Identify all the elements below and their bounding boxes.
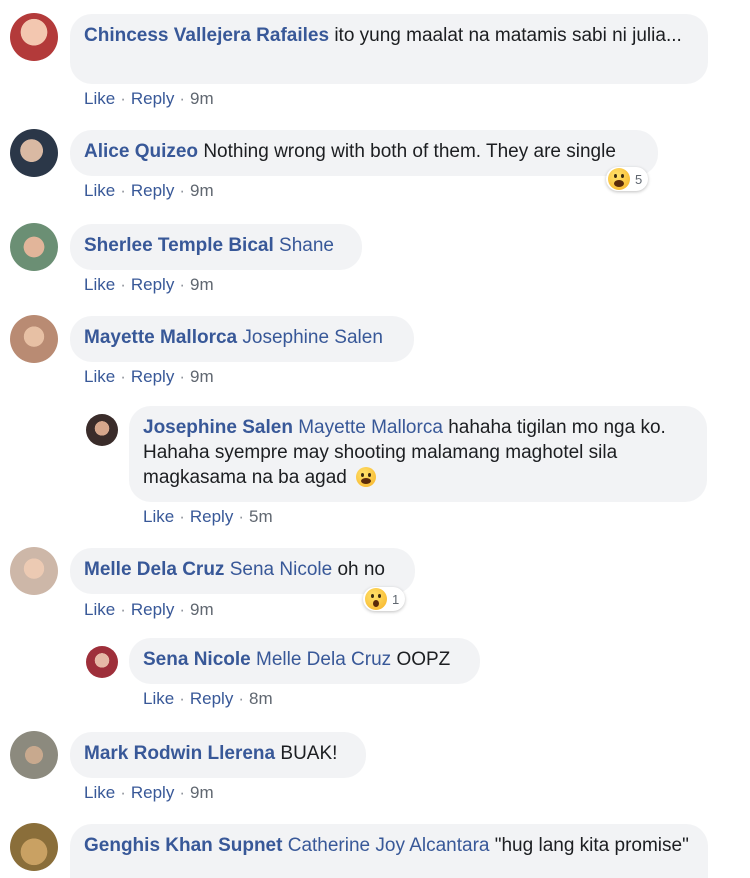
- avatar[interactable]: [10, 547, 58, 595]
- comment-author[interactable]: Chincess Vallejera Rafailes: [84, 25, 329, 46]
- reply-link[interactable]: Reply: [131, 89, 174, 108]
- comment-bubble: Melle Dela Cruz Sena Nicole oh no: [70, 548, 415, 594]
- like-link[interactable]: Like: [84, 181, 115, 200]
- separator: ·: [179, 507, 185, 526]
- like-link[interactable]: Like: [143, 507, 174, 526]
- avatar[interactable]: [10, 731, 58, 779]
- like-link[interactable]: Like: [84, 89, 115, 108]
- mention-tag[interactable]: Josephine Salen: [242, 327, 383, 348]
- avatar[interactable]: [10, 13, 58, 61]
- separator: ·: [179, 89, 185, 108]
- separator: ·: [120, 600, 126, 619]
- avatar[interactable]: [10, 823, 58, 871]
- reply-link[interactable]: Reply: [131, 275, 174, 294]
- reaction-summary[interactable]: 5: [606, 167, 649, 191]
- separator: ·: [120, 89, 126, 108]
- reply-link[interactable]: Reply: [131, 181, 174, 200]
- separator: ·: [179, 783, 185, 802]
- avatar[interactable]: [86, 414, 118, 446]
- separator: ·: [179, 689, 185, 708]
- timestamp[interactable]: 9m: [190, 275, 214, 294]
- separator: ·: [179, 367, 185, 386]
- comment-author[interactable]: Sena Nicole: [143, 649, 251, 670]
- comment-text: BUAK!: [280, 743, 338, 764]
- comment-author[interactable]: Sherlee Temple Bical: [84, 235, 274, 256]
- comment-actions: Like · Reply · 9m: [84, 600, 214, 620]
- timestamp[interactable]: 9m: [190, 600, 214, 619]
- avatar[interactable]: [10, 315, 58, 363]
- comment-author[interactable]: Alice Quizeo: [84, 141, 198, 162]
- comment-bubble: Mayette Mallorca Josephine Salen: [70, 316, 414, 362]
- comment-actions: Like · Reply · 9m: [84, 181, 214, 201]
- separator: ·: [120, 783, 126, 802]
- comment-bubble: Alice Quizeo Nothing wrong with both of …: [70, 130, 658, 176]
- mention-tag[interactable]: Catherine Joy Alcantara: [288, 835, 490, 856]
- comment-author[interactable]: Mayette Mallorca: [84, 327, 237, 348]
- wow-emoji-icon: [365, 588, 387, 610]
- avatar[interactable]: [86, 646, 118, 678]
- reply-link[interactable]: Reply: [190, 689, 233, 708]
- reply-link[interactable]: Reply: [131, 783, 174, 802]
- like-link[interactable]: Like: [84, 783, 115, 802]
- like-link[interactable]: Like: [84, 275, 115, 294]
- separator: ·: [238, 689, 244, 708]
- mention-tag[interactable]: Mayette Mallorca: [298, 417, 443, 438]
- comment-text: OOPZ: [396, 649, 451, 670]
- reaction-count: 5: [635, 171, 643, 187]
- timestamp[interactable]: 9m: [190, 367, 214, 386]
- mention-tag[interactable]: Sena Nicole: [230, 559, 332, 580]
- reaction-summary[interactable]: 1: [363, 587, 406, 611]
- reply-link[interactable]: Reply: [190, 507, 233, 526]
- comment-author[interactable]: Mark Rodwin Llerena: [84, 743, 275, 764]
- comment-actions: Like · Reply · 5m: [143, 507, 273, 527]
- like-link[interactable]: Like: [84, 600, 115, 619]
- comment-actions: Like · Reply · 9m: [84, 275, 214, 295]
- comment-actions: Like · Reply · 8m: [143, 689, 273, 709]
- separator: ·: [179, 181, 185, 200]
- comment-bubble: Chincess Vallejera Rafailes ito yung maa…: [70, 14, 708, 84]
- separator: ·: [179, 275, 185, 294]
- comment-author[interactable]: Genghis Khan Supnet: [84, 835, 282, 856]
- comment-actions: Like · Reply · 9m: [84, 89, 214, 109]
- comment-text: ito yung maalat na matamis sabi ni julia…: [334, 25, 682, 46]
- timestamp[interactable]: 5m: [249, 507, 273, 526]
- separator: ·: [179, 600, 185, 619]
- comment-text: oh no: [337, 559, 385, 580]
- comment-text: "hug lang kita promise": [494, 835, 689, 856]
- haha-emoji-icon: [608, 168, 630, 190]
- timestamp[interactable]: 8m: [249, 689, 273, 708]
- reply-link[interactable]: Reply: [131, 367, 174, 386]
- separator: ·: [238, 507, 244, 526]
- comment-bubble: Mark Rodwin Llerena BUAK!: [70, 732, 366, 778]
- comment-actions: Like · Reply · 9m: [84, 367, 214, 387]
- comment-text: Nothing wrong with both of them. They ar…: [203, 141, 616, 162]
- separator: ·: [120, 181, 126, 200]
- separator: ·: [120, 275, 126, 294]
- comment-bubble: Josephine Salen Mayette Mallorca hahaha …: [129, 406, 707, 502]
- timestamp[interactable]: 9m: [190, 89, 214, 108]
- tears-of-joy-emoji-icon: [356, 467, 377, 487]
- comment-actions: Like · Reply · 9m: [84, 783, 214, 803]
- reaction-count: 1: [392, 591, 400, 607]
- mention-tag[interactable]: Melle Dela Cruz: [256, 649, 391, 670]
- reply-link[interactable]: Reply: [131, 600, 174, 619]
- comment-bubble: Genghis Khan Supnet Catherine Joy Alcant…: [70, 824, 708, 878]
- comment-author[interactable]: Josephine Salen: [143, 417, 293, 438]
- avatar[interactable]: [10, 129, 58, 177]
- comment-bubble: Sena Nicole Melle Dela Cruz OOPZ: [129, 638, 480, 684]
- timestamp[interactable]: 9m: [190, 181, 214, 200]
- like-link[interactable]: Like: [143, 689, 174, 708]
- like-link[interactable]: Like: [84, 367, 115, 386]
- comment-bubble: Sherlee Temple Bical Shane: [70, 224, 362, 270]
- avatar[interactable]: [10, 223, 58, 271]
- mention-tag[interactable]: Shane: [279, 235, 334, 256]
- comment-author[interactable]: Melle Dela Cruz: [84, 559, 224, 580]
- timestamp[interactable]: 9m: [190, 783, 214, 802]
- separator: ·: [120, 367, 126, 386]
